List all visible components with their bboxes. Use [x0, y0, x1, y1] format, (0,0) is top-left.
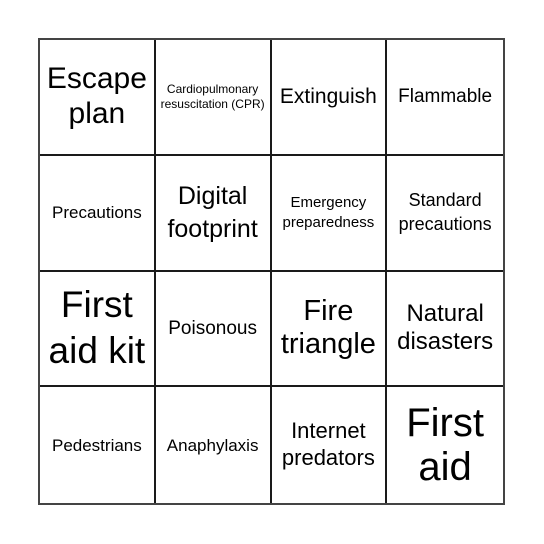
bingo-cell[interactable]: Escape plan	[40, 40, 156, 156]
cell-label: Internet predators	[281, 418, 375, 471]
cell-label: Natural disasters	[397, 299, 494, 356]
bingo-cell[interactable]: Internet predators	[272, 387, 388, 503]
bingo-grid: Escape plan Cardiopulmonary resuscitatio…	[40, 40, 503, 503]
bingo-cell[interactable]: First aid	[387, 387, 503, 503]
cell-label: Pedestrians	[51, 435, 142, 455]
bingo-cell[interactable]: Emergency preparedness	[271, 155, 388, 272]
cell-label: Precautions	[51, 203, 142, 223]
cell-label: Flammable	[398, 86, 493, 108]
cell-label: Digital footprint	[167, 182, 258, 243]
bingo-cell[interactable]: Extinguish	[271, 40, 388, 156]
cell-label: Extinguish	[279, 85, 377, 109]
bingo-cell[interactable]: Fire triangle	[271, 271, 388, 388]
cell-label: First aid	[406, 401, 484, 490]
cell-label: Cardiopulmonary resuscitation (CPR)	[160, 81, 265, 111]
cell-label: Escape plan	[46, 62, 147, 130]
bingo-cell[interactable]: Pedestrians	[40, 387, 156, 503]
bingo-cell[interactable]: Poisonous	[155, 271, 272, 388]
bingo-cell[interactable]: Flammable	[387, 40, 503, 156]
cell-label: Poisonous	[168, 317, 257, 339]
bingo-card: Escape plan Cardiopulmonary resuscitatio…	[38, 38, 505, 505]
bingo-cell[interactable]: Standard precautions	[387, 156, 503, 272]
bingo-cell[interactable]: Cardiopulmonary resuscitation (CPR)	[155, 40, 272, 156]
bingo-cell[interactable]: Natural disasters	[387, 272, 503, 388]
bingo-cell[interactable]: Precautions	[40, 155, 156, 272]
bingo-cell[interactable]: Anaphylaxis	[156, 387, 272, 503]
bingo-cell[interactable]: First aid kit	[40, 271, 156, 388]
cell-label: Standard precautions	[398, 190, 492, 234]
cell-label: Anaphylaxis	[166, 435, 259, 455]
cell-label: Fire triangle	[280, 295, 376, 361]
bingo-cell[interactable]: Digital footprint	[155, 155, 272, 272]
cell-label: First aid kit	[48, 284, 146, 372]
cell-label: Emergency preparedness	[282, 194, 375, 231]
